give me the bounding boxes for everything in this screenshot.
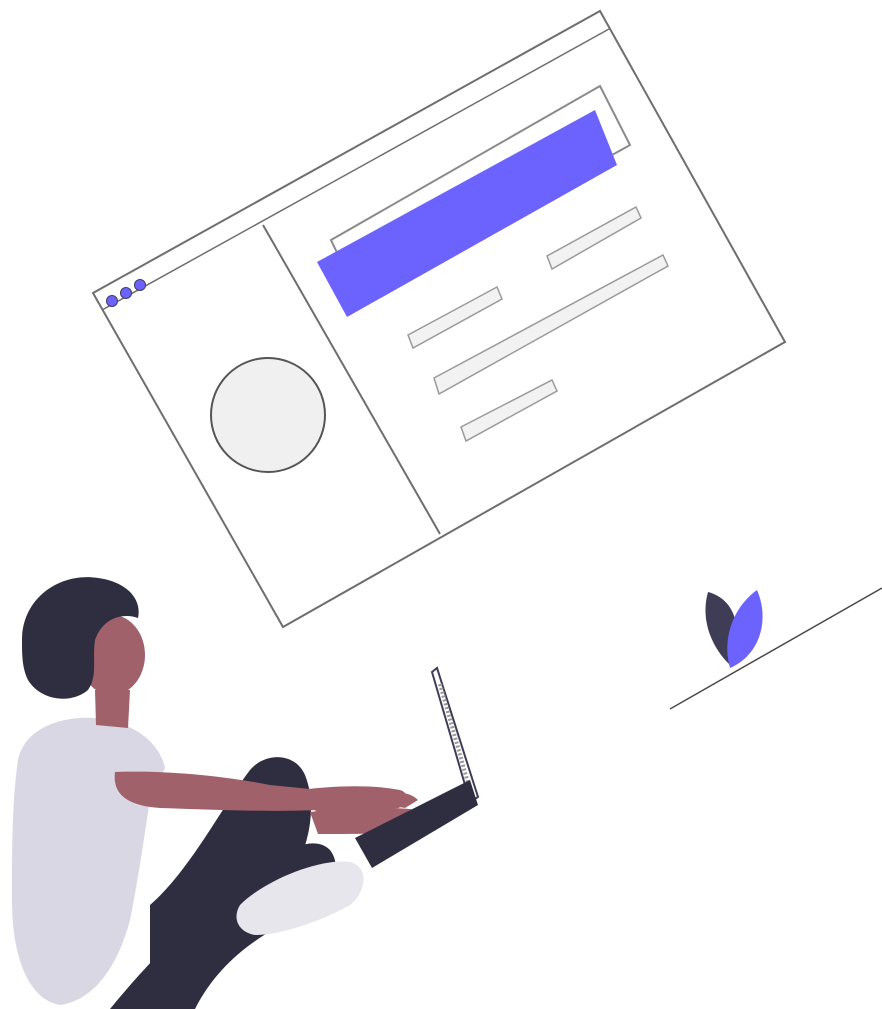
- person: [12, 577, 437, 1009]
- illustration-canvas: [12, 9, 882, 1009]
- browser-window: [91, 9, 787, 629]
- avatar-placeholder: [210, 357, 326, 473]
- browser-dot-icon: [120, 287, 132, 299]
- person-shirt: [12, 717, 165, 1005]
- browser-dot-icon: [134, 279, 146, 291]
- illustration-stage: [0, 0, 882, 1009]
- browser-dot-icon: [106, 295, 118, 307]
- person-neck: [95, 690, 130, 728]
- leaf-icon: [705, 590, 763, 668]
- ground-line: [669, 587, 882, 710]
- laptop: [355, 666, 480, 868]
- leaf-purple: [727, 590, 763, 668]
